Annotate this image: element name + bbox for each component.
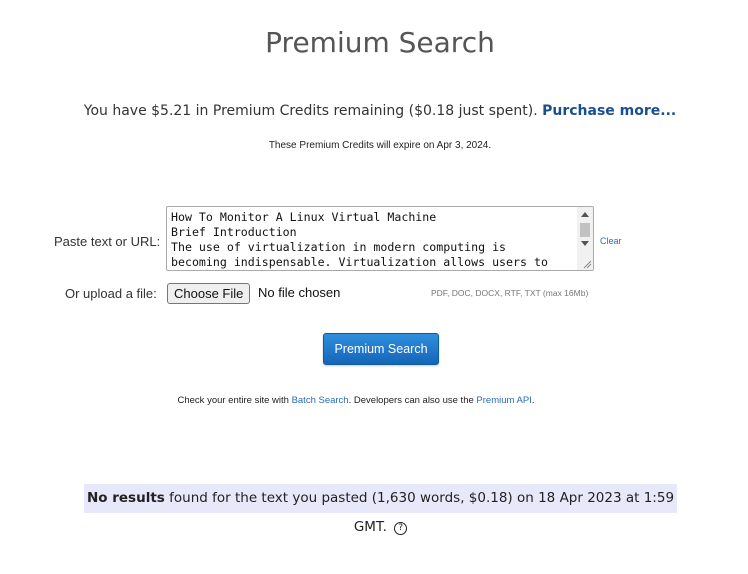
batch-search-link[interactable]: Batch Search [292,395,349,406]
batch-prefix: Check your entire site with [177,395,289,406]
textarea-content: How To Monitor A Linux Virtual Machine B… [171,210,548,269]
results-text: found for the text you pasted (1,630 wor… [169,490,675,535]
scroll-up-arrow-icon[interactable] [581,212,589,217]
clear-link[interactable]: Clear [600,236,622,246]
premium-api-link[interactable]: Premium API [476,395,531,406]
paste-label: Paste text or URL: [54,234,161,249]
credits-line: You have $5.21 in Premium Credits remain… [0,103,748,119]
credits-text: You have $5.21 in Premium Credits remain… [83,103,538,119]
scroll-down-arrow-icon[interactable] [581,241,589,246]
upload-label: Or upload a file: [65,286,157,301]
scroll-thumb[interactable] [580,223,590,237]
premium-search-button[interactable]: Premium Search [323,333,439,365]
resize-handle-icon[interactable] [582,259,592,269]
no-file-chosen-text: No file chosen [258,285,341,300]
batch-search-line: Check your entire site with Batch Search… [0,395,712,406]
purchase-more-link[interactable]: Purchase more... [542,103,676,119]
file-formats-hint: PDF, DOC, DOCX, RTF, TXT (max 16Mb) [431,288,589,298]
results-banner: No results found for the text you pasted… [84,484,677,535]
batch-middle: . Developers can also use the [348,395,474,406]
credits-expiry: These Premium Credits will expire on Apr… [268,140,492,151]
paste-textarea[interactable]: How To Monitor A Linux Virtual Machine B… [166,206,594,271]
page-title: Premium Search [265,26,495,59]
choose-file-button[interactable]: Choose File [167,283,251,304]
results-status: No results [86,490,165,506]
help-icon[interactable]: ? [394,522,408,535]
batch-suffix: . [531,395,535,406]
